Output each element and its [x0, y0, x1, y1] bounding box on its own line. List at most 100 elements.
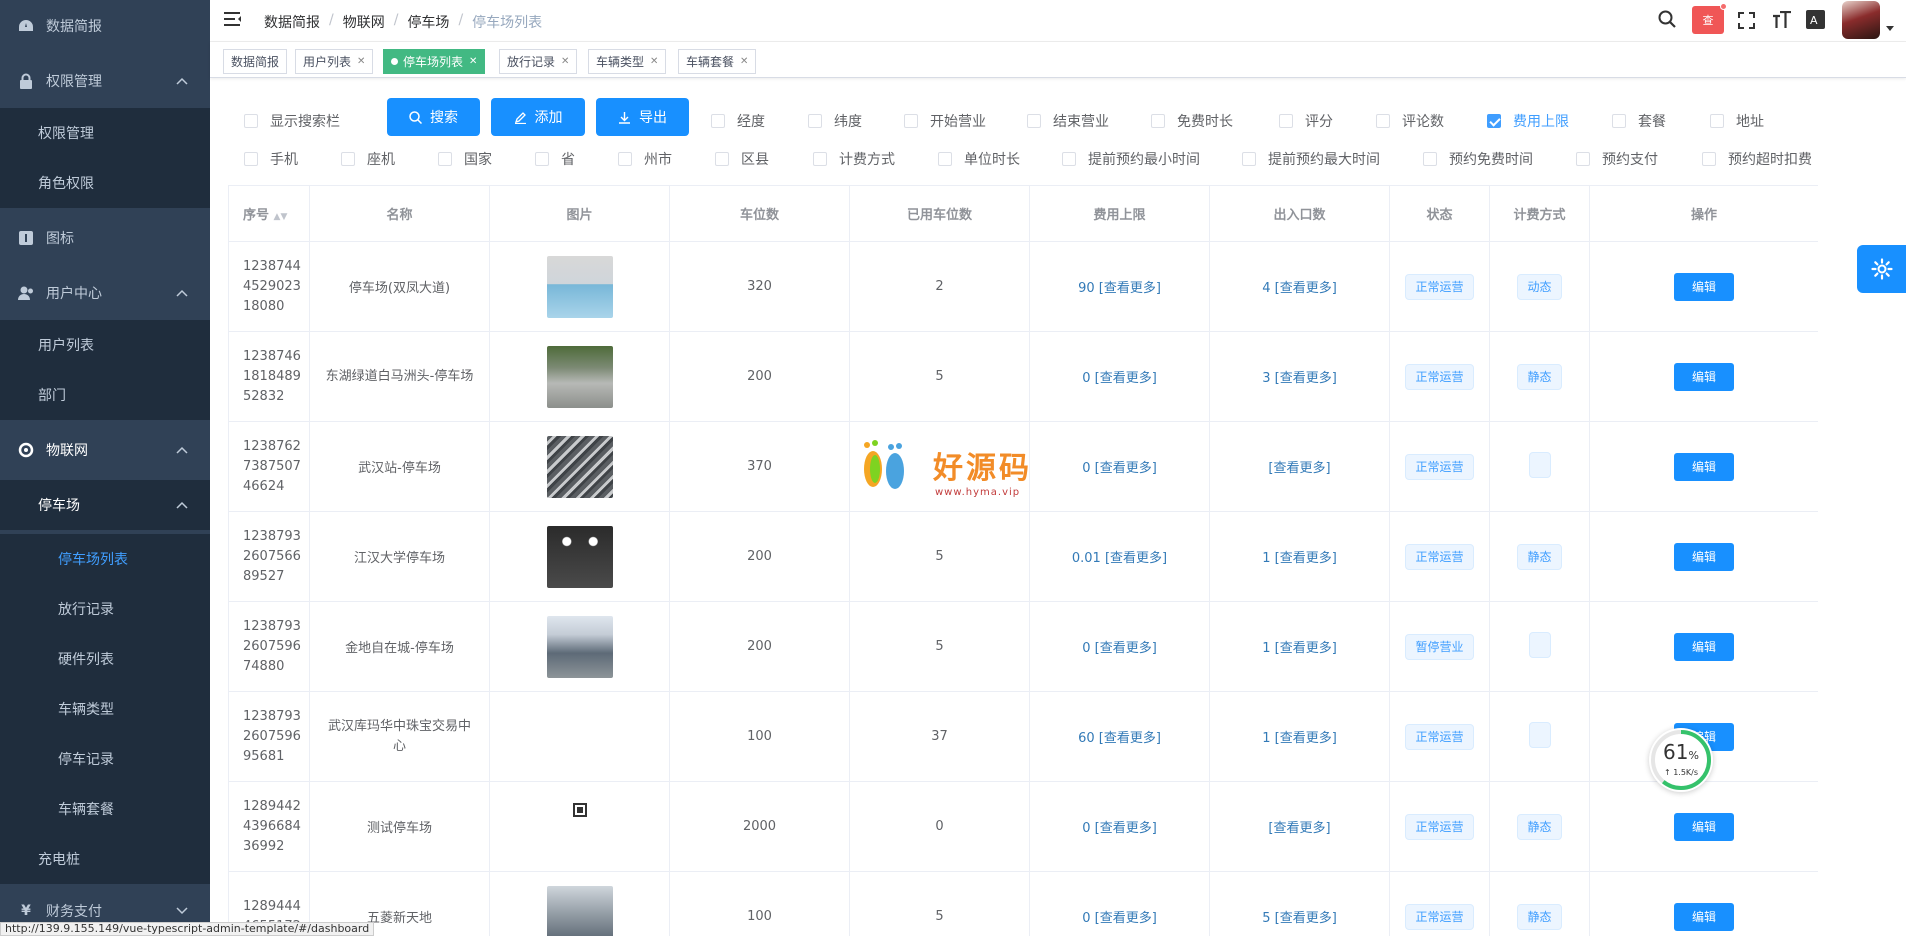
- column-toggle-booking-min[interactable]: 提前预约最小时间: [1062, 149, 1200, 169]
- view-more-link[interactable]: 3 [查看更多]: [1262, 371, 1337, 386]
- sidebar-item-permission-manage[interactable]: 权限管理: [0, 108, 210, 158]
- column-header-id[interactable]: 序号 ▲▼: [228, 185, 310, 242]
- column-toggle-district[interactable]: 区县: [715, 149, 769, 169]
- notification-button[interactable]: 查: [1692, 6, 1724, 34]
- column-toggle-booking-max[interactable]: 提前预约最大时间: [1242, 149, 1380, 169]
- export-button[interactable]: 导出: [596, 98, 689, 136]
- edit-button[interactable]: 编辑: [1674, 812, 1734, 841]
- sidebar-item-department[interactable]: 部门: [0, 370, 210, 420]
- edit-button[interactable]: 编辑: [1674, 542, 1734, 571]
- column-toggle-province[interactable]: 省: [535, 149, 575, 169]
- add-button[interactable]: 添加: [491, 98, 585, 136]
- network-speed-widget[interactable]: 61% ↑ 1.5K/s: [1649, 728, 1713, 792]
- close-icon[interactable]: ✕: [357, 56, 365, 67]
- close-icon[interactable]: ✕: [650, 56, 658, 67]
- edit-button[interactable]: 编辑: [1674, 362, 1734, 391]
- avatar[interactable]: [1842, 1, 1880, 39]
- parking-thumbnail[interactable]: [546, 885, 613, 936]
- close-icon[interactable]: ✕: [561, 56, 569, 67]
- column-toggle-package[interactable]: 套餐: [1612, 111, 1666, 131]
- parking-thumbnail[interactable]: [546, 615, 613, 678]
- sidebar-item-vehicle-package[interactable]: 车辆套餐: [0, 784, 210, 834]
- column-toggle-booking-free[interactable]: 预约免费时间: [1423, 149, 1533, 169]
- sidebar-item-vehicle-type[interactable]: 车辆类型: [0, 684, 210, 734]
- view-more-link[interactable]: 0 [查看更多]: [1082, 461, 1157, 476]
- view-more-link[interactable]: 0 [查看更多]: [1082, 911, 1157, 926]
- settings-button[interactable]: [1857, 245, 1906, 293]
- tag-vehicle-type[interactable]: 车辆类型 ✕: [588, 49, 667, 74]
- close-icon[interactable]: ✕: [469, 56, 477, 67]
- column-toggle-country[interactable]: 国家: [438, 149, 492, 169]
- tag-dashboard[interactable]: 数据简报: [223, 49, 288, 74]
- sidebar-item-icons[interactable]: 图标: [0, 213, 210, 263]
- sidebar-item-parking[interactable]: 停车场: [0, 480, 210, 530]
- sidebar-item-permission[interactable]: 权限管理: [0, 56, 210, 106]
- view-more-link[interactable]: [查看更多]: [1268, 461, 1330, 476]
- sidebar-item-parking-list[interactable]: 停车场列表: [0, 534, 210, 584]
- edit-button[interactable]: 编辑: [1674, 272, 1734, 301]
- search-icon[interactable]: [1658, 10, 1676, 32]
- sidebar-item-dashboard[interactable]: 数据简报: [0, 1, 210, 51]
- parking-thumbnail[interactable]: [546, 525, 613, 588]
- breadcrumb-item[interactable]: 数据简报: [264, 12, 320, 32]
- search-button[interactable]: 搜索: [387, 98, 480, 136]
- edit-button[interactable]: 编辑: [1674, 452, 1734, 481]
- column-toggle-longitude[interactable]: 经度: [711, 111, 765, 131]
- column-toggle-billing[interactable]: 计费方式: [813, 149, 895, 169]
- close-icon[interactable]: ✕: [740, 56, 748, 67]
- tag-parking-list[interactable]: 停车场列表 ✕: [383, 49, 486, 74]
- parking-thumbnail[interactable]: [546, 345, 613, 408]
- column-toggle-close-time[interactable]: 结束营业: [1027, 111, 1109, 131]
- sidebar-item-charging-pile[interactable]: 充电桩: [0, 834, 210, 884]
- view-more-link[interactable]: 0.01 [查看更多]: [1072, 551, 1167, 566]
- column-toggle-unit-duration[interactable]: 单位时长: [938, 149, 1020, 169]
- column-toggle-landline[interactable]: 座机: [341, 149, 395, 169]
- view-more-link[interactable]: 60 [查看更多]: [1078, 731, 1161, 746]
- show-search-checkbox[interactable]: 显示搜索栏: [244, 111, 340, 131]
- tag-user-list[interactable]: 用户列表 ✕: [295, 49, 374, 74]
- view-more-link[interactable]: 90 [查看更多]: [1078, 281, 1161, 296]
- column-toggle-fee-cap[interactable]: 费用上限: [1487, 111, 1569, 131]
- sidebar-item-release-records[interactable]: 放行记录: [0, 584, 210, 634]
- sidebar-item-hardware-list[interactable]: 硬件列表: [0, 634, 210, 684]
- column-toggle-latitude[interactable]: 纬度: [808, 111, 862, 131]
- view-more-link[interactable]: 1 [查看更多]: [1262, 731, 1337, 746]
- view-more-link[interactable]: 5 [查看更多]: [1262, 911, 1337, 926]
- caret-down-icon[interactable]: [1886, 20, 1894, 35]
- parking-thumbnail[interactable]: [546, 255, 613, 318]
- column-toggle-rating[interactable]: 评分: [1279, 111, 1333, 131]
- fullscreen-icon[interactable]: [1738, 12, 1755, 33]
- column-toggle-city[interactable]: 州市: [618, 149, 672, 169]
- column-toggle-address[interactable]: 地址: [1710, 111, 1764, 131]
- sidebar-item-user-list[interactable]: 用户列表: [0, 320, 210, 370]
- view-more-link[interactable]: 1 [查看更多]: [1262, 641, 1337, 656]
- view-more-link[interactable]: 0 [查看更多]: [1082, 641, 1157, 656]
- view-more-link[interactable]: 0 [查看更多]: [1082, 371, 1157, 386]
- column-toggle-open-time[interactable]: 开始营业: [904, 111, 986, 131]
- view-more-link[interactable]: 0 [查看更多]: [1082, 821, 1157, 836]
- column-toggle-comments[interactable]: 评论数: [1376, 111, 1444, 131]
- tag-vehicle-package[interactable]: 车辆套餐 ✕: [678, 49, 757, 74]
- parking-thumbnail[interactable]: [546, 435, 613, 498]
- view-more-link[interactable]: 4 [查看更多]: [1262, 281, 1337, 296]
- view-more-link[interactable]: 1 [查看更多]: [1262, 551, 1337, 566]
- sidebar-item-user-center[interactable]: 用户中心: [0, 268, 210, 318]
- column-toggle-mobile[interactable]: 手机: [244, 149, 298, 169]
- column-toggle-booking-overtime[interactable]: 预约超时扣费: [1702, 149, 1812, 169]
- view-more-link[interactable]: [查看更多]: [1268, 821, 1330, 836]
- edit-button[interactable]: 编辑: [1674, 632, 1734, 661]
- sidebar-item-role-permission[interactable]: 角色权限: [0, 158, 210, 208]
- language-icon[interactable]: A: [1806, 10, 1825, 33]
- breadcrumb-item[interactable]: 物联网: [343, 12, 385, 32]
- tag-release-records[interactable]: 放行记录 ✕: [499, 49, 578, 74]
- breadcrumb-item[interactable]: 停车场: [407, 12, 449, 32]
- table-row: 1238793260759695681 武汉库玛华中珠宝交易中心 100 37 …: [228, 691, 1818, 782]
- sidebar-item-iot[interactable]: 物联网: [0, 425, 210, 475]
- column-toggle-booking-pay[interactable]: 预约支付: [1576, 149, 1658, 169]
- sidebar-item-parking-records[interactable]: 停车记录: [0, 734, 210, 784]
- hamburger-icon[interactable]: [224, 11, 242, 31]
- font-size-icon[interactable]: [1772, 10, 1792, 33]
- column-toggle-free-duration[interactable]: 免费时长: [1151, 111, 1233, 131]
- edit-button[interactable]: 编辑: [1674, 902, 1734, 931]
- cell-status: 正常运营: [1389, 421, 1490, 512]
